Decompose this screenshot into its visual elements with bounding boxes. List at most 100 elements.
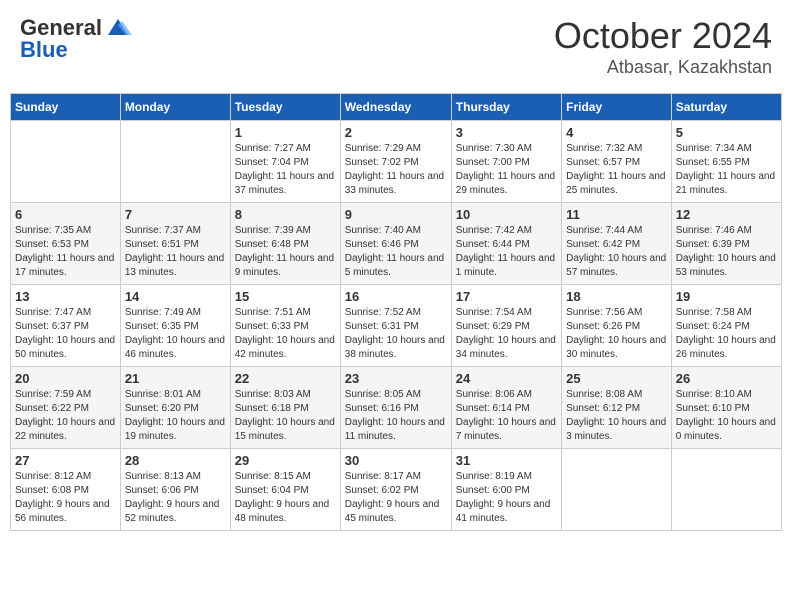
day-number: 9 bbox=[345, 207, 447, 222]
day-number: 5 bbox=[676, 125, 777, 140]
calendar-cell: 4Sunrise: 7:32 AM Sunset: 6:57 PM Daylig… bbox=[562, 121, 672, 203]
day-number: 2 bbox=[345, 125, 447, 140]
calendar-cell: 18 Sunrise: 7:56 AM Sunset: 6:26 PM Dayli… bbox=[562, 285, 672, 367]
day-number: 26 bbox=[676, 371, 777, 386]
day-number: 18 bbox=[566, 289, 667, 304]
calendar-cell bbox=[11, 121, 121, 203]
calendar-table: SundayMondayTuesdayWednesdayThursdayFrid… bbox=[10, 93, 782, 531]
calendar-cell: 14 Sunrise: 7:49 AM Sunset: 6:35 PM Dayli… bbox=[120, 285, 230, 367]
calendar-cell: 27 Sunrise: 8:12 AM Sunset: 6:08 PM Dayli… bbox=[11, 449, 121, 531]
day-detail: Sunrise: 7:44 AM Sunset: 6:42 PM Dayligh… bbox=[566, 224, 667, 280]
page-header: General Blue October 2024 Atbasar, Kazak… bbox=[10, 10, 782, 83]
weekday-header-wednesday: Wednesday bbox=[340, 94, 451, 121]
calendar-cell: 17 Sunrise: 7:54 AM Sunset: 6:29 PM Dayli… bbox=[451, 285, 561, 367]
location-title: Atbasar, Kazakhstan bbox=[554, 57, 772, 78]
day-detail: Sunrise: 7:35 AM Sunset: 6:53 PM Dayligh… bbox=[15, 224, 116, 280]
day-detail: Sunrise: 8:15 AM Sunset: 6:04 PM Dayligh… bbox=[235, 470, 336, 526]
day-number: 4 bbox=[566, 125, 667, 140]
day-number: 29 bbox=[235, 453, 336, 468]
calendar-cell: 5 Sunrise: 7:34 AM Sunset: 6:55 PM Daylig… bbox=[671, 121, 781, 203]
day-detail: Sunrise: 8:12 AM Sunset: 6:08 PM Dayligh… bbox=[15, 470, 116, 526]
day-detail: Sunrise: 8:06 AM Sunset: 6:14 PM Dayligh… bbox=[456, 388, 557, 444]
day-number: 27 bbox=[15, 453, 116, 468]
day-number: 21 bbox=[125, 371, 226, 386]
weekday-header-tuesday: Tuesday bbox=[230, 94, 340, 121]
calendar-cell: 2 Sunrise: 7:29 AM Sunset: 7:02 PM Daylig… bbox=[340, 121, 451, 203]
day-number: 6 bbox=[15, 207, 116, 222]
day-detail: Sunrise: 7:47 AM Sunset: 6:37 PM Dayligh… bbox=[15, 306, 116, 362]
calendar-cell: 10Sunrise: 7:42 AM Sunset: 6:44 PM Dayli… bbox=[451, 203, 561, 285]
day-detail: Sunrise: 7:46 AM Sunset: 6:39 PM Dayligh… bbox=[676, 224, 777, 280]
day-number: 22 bbox=[235, 371, 336, 386]
day-number: 24 bbox=[456, 371, 557, 386]
day-number: 14 bbox=[125, 289, 226, 304]
day-number: 30 bbox=[345, 453, 447, 468]
day-detail: Sunrise: 7:29 AM Sunset: 7:02 PM Dayligh… bbox=[345, 142, 447, 198]
calendar-cell: 30 Sunrise: 8:17 AM Sunset: 6:02 PM Dayli… bbox=[340, 449, 451, 531]
calendar-cell bbox=[562, 449, 672, 531]
day-detail: Sunrise: 7:56 AM Sunset: 6:26 PM Dayligh… bbox=[566, 306, 667, 362]
calendar-cell: 31Sunrise: 8:19 AM Sunset: 6:00 PM Dayli… bbox=[451, 449, 561, 531]
day-detail: Sunrise: 7:27 AM Sunset: 7:04 PM Dayligh… bbox=[235, 142, 336, 198]
day-number: 3 bbox=[456, 125, 557, 140]
calendar-cell: 15 Sunrise: 7:51 AM Sunset: 6:33 PM Dayli… bbox=[230, 285, 340, 367]
day-number: 23 bbox=[345, 371, 447, 386]
day-detail: Sunrise: 7:40 AM Sunset: 6:46 PM Dayligh… bbox=[345, 224, 447, 280]
calendar-cell: 23 Sunrise: 8:05 AM Sunset: 6:16 PM Dayli… bbox=[340, 367, 451, 449]
calendar-cell: 16Sunrise: 7:52 AM Sunset: 6:31 PM Dayli… bbox=[340, 285, 451, 367]
calendar-week-row: 20 Sunrise: 7:59 AM Sunset: 6:22 PM Dayli… bbox=[11, 367, 782, 449]
day-detail: Sunrise: 7:54 AM Sunset: 6:29 PM Dayligh… bbox=[456, 306, 557, 362]
day-number: 7 bbox=[125, 207, 226, 222]
day-number: 13 bbox=[15, 289, 116, 304]
day-number: 25 bbox=[566, 371, 667, 386]
day-number: 19 bbox=[676, 289, 777, 304]
day-detail: Sunrise: 7:59 AM Sunset: 6:22 PM Dayligh… bbox=[15, 388, 116, 444]
day-number: 12 bbox=[676, 207, 777, 222]
day-detail: Sunrise: 7:49 AM Sunset: 6:35 PM Dayligh… bbox=[125, 306, 226, 362]
day-detail: Sunrise: 7:30 AM Sunset: 7:00 PM Dayligh… bbox=[456, 142, 557, 198]
day-number: 8 bbox=[235, 207, 336, 222]
day-number: 1 bbox=[235, 125, 336, 140]
day-number: 11 bbox=[566, 207, 667, 222]
logo-blue-text: Blue bbox=[20, 37, 68, 63]
calendar-cell: 8 Sunrise: 7:39 AM Sunset: 6:48 PM Daylig… bbox=[230, 203, 340, 285]
day-detail: Sunrise: 7:42 AM Sunset: 6:44 PM Dayligh… bbox=[456, 224, 557, 280]
calendar-cell: 11 Sunrise: 7:44 AM Sunset: 6:42 PM Dayli… bbox=[562, 203, 672, 285]
day-detail: Sunrise: 8:17 AM Sunset: 6:02 PM Dayligh… bbox=[345, 470, 447, 526]
logo-icon bbox=[104, 17, 132, 39]
day-detail: Sunrise: 7:51 AM Sunset: 6:33 PM Dayligh… bbox=[235, 306, 336, 362]
month-title: October 2024 bbox=[554, 15, 772, 57]
day-detail: Sunrise: 7:37 AM Sunset: 6:51 PM Dayligh… bbox=[125, 224, 226, 280]
calendar-week-row: 6 Sunrise: 7:35 AM Sunset: 6:53 PM Daylig… bbox=[11, 203, 782, 285]
day-number: 17 bbox=[456, 289, 557, 304]
day-detail: Sunrise: 8:05 AM Sunset: 6:16 PM Dayligh… bbox=[345, 388, 447, 444]
weekday-header-row: SundayMondayTuesdayWednesdayThursdayFrid… bbox=[11, 94, 782, 121]
calendar-cell: 26 Sunrise: 8:10 AM Sunset: 6:10 PM Dayli… bbox=[671, 367, 781, 449]
day-detail: Sunrise: 8:01 AM Sunset: 6:20 PM Dayligh… bbox=[125, 388, 226, 444]
calendar-cell: 19 Sunrise: 7:58 AM Sunset: 6:24 PM Dayli… bbox=[671, 285, 781, 367]
day-detail: Sunrise: 8:03 AM Sunset: 6:18 PM Dayligh… bbox=[235, 388, 336, 444]
calendar-cell: 28 Sunrise: 8:13 AM Sunset: 6:06 PM Dayli… bbox=[120, 449, 230, 531]
calendar-cell: 21 Sunrise: 8:01 AM Sunset: 6:20 PM Dayli… bbox=[120, 367, 230, 449]
day-detail: Sunrise: 7:58 AM Sunset: 6:24 PM Dayligh… bbox=[676, 306, 777, 362]
calendar-cell: 1 Sunrise: 7:27 AM Sunset: 7:04 PM Daylig… bbox=[230, 121, 340, 203]
calendar-cell: 3 Sunrise: 7:30 AM Sunset: 7:00 PM Daylig… bbox=[451, 121, 561, 203]
day-detail: Sunrise: 8:13 AM Sunset: 6:06 PM Dayligh… bbox=[125, 470, 226, 526]
day-number: 20 bbox=[15, 371, 116, 386]
day-number: 16 bbox=[345, 289, 447, 304]
weekday-header-thursday: Thursday bbox=[451, 94, 561, 121]
day-detail: Sunrise: 7:34 AM Sunset: 6:55 PM Dayligh… bbox=[676, 142, 777, 198]
day-detail: Sunrise: 7:39 AM Sunset: 6:48 PM Dayligh… bbox=[235, 224, 336, 280]
calendar-cell: 25 Sunrise: 8:08 AM Sunset: 6:12 PM Dayli… bbox=[562, 367, 672, 449]
calendar-cell: 9 Sunrise: 7:40 AM Sunset: 6:46 PM Daylig… bbox=[340, 203, 451, 285]
calendar-cell: 6 Sunrise: 7:35 AM Sunset: 6:53 PM Daylig… bbox=[11, 203, 121, 285]
day-detail: Sunrise: 8:10 AM Sunset: 6:10 PM Dayligh… bbox=[676, 388, 777, 444]
calendar-cell: 22 Sunrise: 8:03 AM Sunset: 6:18 PM Dayli… bbox=[230, 367, 340, 449]
day-detail: Sunrise: 8:08 AM Sunset: 6:12 PM Dayligh… bbox=[566, 388, 667, 444]
calendar-cell: 20 Sunrise: 7:59 AM Sunset: 6:22 PM Dayli… bbox=[11, 367, 121, 449]
day-number: 28 bbox=[125, 453, 226, 468]
calendar-week-row: 13 Sunrise: 7:47 AM Sunset: 6:37 PM Dayli… bbox=[11, 285, 782, 367]
calendar-cell: 12 Sunrise: 7:46 AM Sunset: 6:39 PM Dayli… bbox=[671, 203, 781, 285]
calendar-cell: 24 Sunrise: 8:06 AM Sunset: 6:14 PM Dayli… bbox=[451, 367, 561, 449]
day-number: 15 bbox=[235, 289, 336, 304]
